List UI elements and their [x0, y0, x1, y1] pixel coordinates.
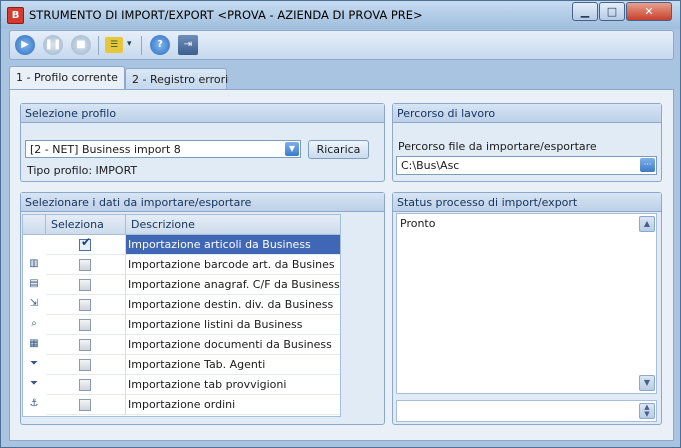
- row-description: Importazione barcode art. da Busines: [126, 255, 340, 275]
- pause-icon[interactable]: ❚❚: [43, 35, 63, 55]
- row-description: Importazione Tab. Agenti: [126, 355, 340, 375]
- status-text: Pronto: [400, 217, 436, 230]
- play-icon[interactable]: ▶: [15, 35, 35, 55]
- status-detail-box[interactable]: ▲ ▼: [396, 400, 657, 422]
- row-description: Importazione articoli da Business: [126, 235, 340, 255]
- help-icon[interactable]: ?: [150, 35, 170, 55]
- anchor-icon: ⚓: [29, 398, 39, 409]
- column-seleziona[interactable]: Seleziona: [46, 215, 126, 234]
- select-checkbox[interactable]: [79, 339, 91, 351]
- row-description: Importazione listini da Business: [126, 315, 340, 335]
- table-row[interactable]: ⏷ Importazione Tab. Agenti: [23, 355, 340, 375]
- document-icon: ▤: [29, 278, 39, 289]
- select-cell: [46, 395, 126, 415]
- app-icon: B: [7, 7, 24, 24]
- grid-header: Seleziona Descrizione: [23, 215, 340, 235]
- scroll-up-icon[interactable]: ▲: [639, 216, 655, 232]
- data-grid: Seleziona Descrizione ✔ Importazione arti…: [22, 214, 341, 417]
- select-cell: [46, 315, 126, 335]
- table-row[interactable]: ✔ Importazione articoli da Business: [23, 235, 340, 255]
- stop-icon[interactable]: ■: [71, 35, 91, 55]
- select-cell: [46, 335, 126, 355]
- table-row[interactable]: ▦ Importazione documenti da Business: [23, 335, 340, 355]
- row-description: Importazione destin. div. da Business: [126, 295, 340, 315]
- data-selection-header: Selezionare i dati da importare/esportar…: [21, 193, 384, 212]
- toolbar-separator: [98, 36, 99, 55]
- table-row[interactable]: ▥ Importazione barcode art. da Busines: [23, 255, 340, 275]
- select-checkbox[interactable]: [79, 279, 91, 291]
- scroll-down-icon[interactable]: ▼: [639, 375, 655, 391]
- list-icon[interactable]: ☰: [105, 37, 123, 53]
- select-cell: [46, 255, 126, 275]
- table-row[interactable]: ⏷ Importazione tab provvigioni: [23, 375, 340, 395]
- ricarica-button[interactable]: Ricarica: [308, 140, 369, 159]
- import-icon: ⇲: [29, 298, 39, 309]
- tab-profilo-corrente[interactable]: 1 - Profilo corrente: [9, 66, 125, 90]
- filter-icon: ⏷: [30, 358, 38, 369]
- app-window: B STRUMENTO DI IMPORT/EXPORT <PROVA - AZ…: [0, 0, 681, 448]
- select-checkbox[interactable]: [79, 359, 91, 371]
- select-cell: [46, 355, 126, 375]
- column-descrizione[interactable]: Descrizione: [126, 215, 340, 234]
- profile-type-label: Tipo profilo: IMPORT: [27, 164, 138, 177]
- barcode-icon: ▥: [29, 258, 39, 269]
- close-button[interactable]: ✕: [626, 2, 672, 21]
- select-checkbox[interactable]: [79, 399, 91, 411]
- spin-icon[interactable]: ▲ ▼: [639, 403, 655, 419]
- select-checkbox[interactable]: [79, 299, 91, 311]
- exit-icon[interactable]: ⇥: [178, 35, 198, 55]
- row-description: Importazione anagraf. C/F da Business: [126, 275, 340, 295]
- window-title: STRUMENTO DI IMPORT/EXPORT <PROVA - AZIE…: [29, 8, 423, 22]
- table-row[interactable]: ⚓ Importazione ordini: [23, 395, 340, 415]
- profile-combo[interactable]: [2 - NET] Business import 8 ▼: [25, 140, 301, 158]
- workpath-group-header: Percorso di lavoro: [393, 104, 661, 123]
- chevron-down-icon[interactable]: ▾: [127, 39, 132, 49]
- select-cell: [46, 295, 126, 315]
- table-row[interactable]: ⌕ Importazione listini da Business: [23, 315, 340, 335]
- checkmark-icon: ✔: [81, 235, 92, 249]
- grid-corner: [23, 215, 46, 234]
- status-group-header: Status processo di import/export: [393, 193, 661, 212]
- chevron-down-icon[interactable]: ▼: [285, 142, 299, 156]
- select-checkbox[interactable]: [79, 319, 91, 331]
- toolbar-separator: [141, 36, 142, 55]
- select-cell: [46, 375, 126, 395]
- profile-combo-value: [2 - NET] Business import 8: [30, 143, 181, 156]
- select-cell: ✔: [46, 235, 126, 255]
- select-checkbox[interactable]: ✔: [79, 235, 91, 251]
- status-textarea[interactable]: Pronto ▲ ▼: [396, 213, 657, 394]
- row-description: Importazione documenti da Business: [126, 335, 340, 355]
- title-bar[interactable]: B STRUMENTO DI IMPORT/EXPORT <PROVA - AZ…: [1, 1, 680, 29]
- workpath-input[interactable]: C:\Bus\Asc ···: [396, 156, 657, 175]
- workpath-field-label: Percorso file da importare/esportare: [398, 140, 597, 153]
- table-row[interactable]: ▤ Importazione anagraf. C/F da Business: [23, 275, 340, 295]
- browse-button[interactable]: ···: [640, 158, 655, 172]
- select-cell: [46, 275, 126, 295]
- minimize-button[interactable]: ▁: [572, 2, 598, 21]
- select-checkbox[interactable]: [79, 259, 91, 271]
- select-checkbox[interactable]: [79, 379, 91, 391]
- tab-registro-errori[interactable]: 2 - Registro errori: [125, 68, 228, 90]
- maximize-button[interactable]: □: [599, 2, 625, 21]
- table-row[interactable]: ⇲ Importazione destin. div. da Business: [23, 295, 340, 315]
- magnifier-icon: ⌕: [31, 318, 37, 329]
- row-description: Importazione ordini: [126, 395, 340, 415]
- grid-icon: ▦: [29, 338, 39, 349]
- workpath-value: C:\Bus\Asc: [401, 159, 460, 172]
- filter-plus-icon: ⏷: [30, 378, 38, 389]
- toolbar: ▶ ❚❚ ■ ☰ ▾ ? ⇥: [9, 30, 674, 60]
- row-description: Importazione tab provvigioni: [126, 375, 340, 395]
- profile-group-header: Selezione profilo: [21, 104, 384, 123]
